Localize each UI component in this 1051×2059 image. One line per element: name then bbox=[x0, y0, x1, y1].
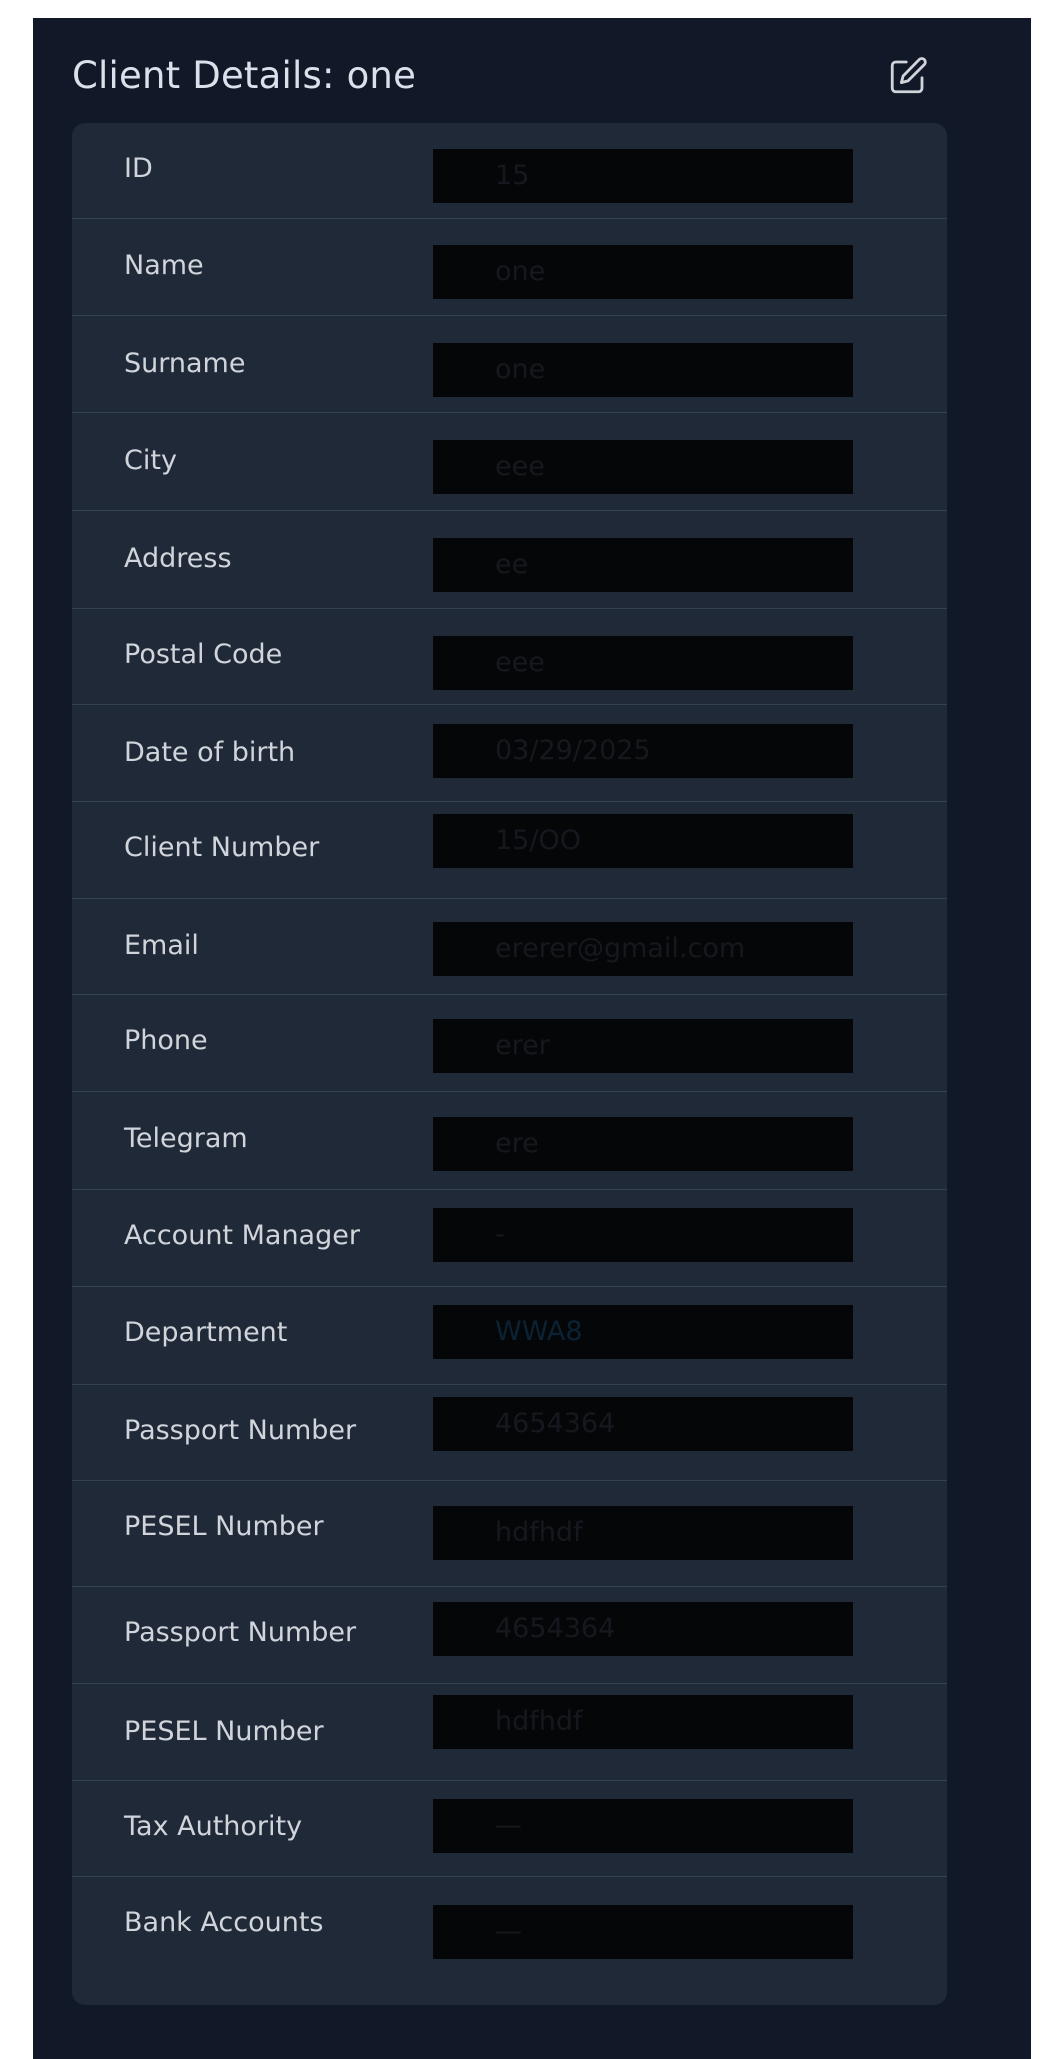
field-value[interactable]: 03/29/2025 bbox=[433, 724, 853, 778]
field-value[interactable]: 15 bbox=[433, 149, 853, 203]
field-label: City bbox=[124, 445, 177, 476]
field-label: Postal Code bbox=[124, 639, 283, 670]
detail-row-postal-code: Postal Code eee bbox=[72, 609, 947, 705]
detail-row-city: City eee bbox=[72, 413, 947, 511]
detail-row-client-number: Client Number 15/OO bbox=[72, 802, 947, 899]
field-label: Address bbox=[124, 543, 232, 574]
field-value[interactable]: ee bbox=[433, 538, 853, 592]
field-label: Account Manager bbox=[124, 1220, 360, 1251]
field-label: Name bbox=[124, 250, 204, 281]
detail-row-pesel-number: PESEL Number hdfhdf bbox=[72, 1684, 947, 1781]
field-value[interactable]: 4654364 bbox=[433, 1602, 853, 1656]
detail-row-email: Email ererer@gmail.com bbox=[72, 899, 947, 995]
field-value[interactable]: one bbox=[433, 245, 853, 299]
field-value[interactable]: - bbox=[433, 1208, 853, 1262]
field-label: Email bbox=[124, 930, 199, 961]
detail-row-department: Department WWA8 bbox=[72, 1287, 947, 1385]
field-value[interactable]: 15/OO bbox=[433, 814, 853, 868]
detail-row-passport-number: Passport Number 4654364 bbox=[72, 1385, 947, 1481]
client-details-card: ID 15 Name one Surname one City eee Addr… bbox=[72, 123, 947, 2005]
field-value[interactable]: hdfhdf bbox=[433, 1695, 853, 1749]
field-label: Client Number bbox=[124, 832, 320, 863]
detail-row-tax-authority: Tax Authority — bbox=[72, 1781, 947, 1877]
field-label: ID bbox=[124, 153, 153, 184]
field-value[interactable]: 4654364 bbox=[433, 1397, 853, 1451]
detail-row-id: ID 15 bbox=[72, 123, 947, 219]
detail-row-bank-accounts: Bank Accounts — bbox=[72, 1877, 947, 2005]
field-value[interactable]: ere bbox=[433, 1117, 853, 1171]
field-value[interactable]: WWA8 bbox=[433, 1305, 853, 1359]
field-value[interactable]: hdfhdf bbox=[433, 1506, 853, 1560]
page-title: Client Details: one bbox=[72, 54, 417, 97]
field-value[interactable]: — bbox=[433, 1799, 853, 1853]
detail-row-surname: Surname one bbox=[72, 316, 947, 413]
field-value[interactable]: — bbox=[433, 1905, 853, 1959]
field-label: PESEL Number bbox=[124, 1716, 324, 1747]
detail-row-account-manager: Account Manager - bbox=[72, 1190, 947, 1287]
field-value[interactable]: eee bbox=[433, 440, 853, 494]
detail-row-telegram: Telegram ere bbox=[72, 1092, 947, 1190]
field-value[interactable]: ererer@gmail.com bbox=[433, 922, 853, 976]
edit-button[interactable] bbox=[884, 52, 932, 100]
edit-icon bbox=[890, 57, 927, 94]
field-label: Tax Authority bbox=[124, 1811, 303, 1842]
detail-row-passport-number: Passport Number 4654364 bbox=[72, 1587, 947, 1684]
field-value[interactable]: erer bbox=[433, 1019, 853, 1073]
detail-row-date-of-birth: Date of birth 03/29/2025 bbox=[72, 705, 947, 802]
field-value[interactable]: eee bbox=[433, 636, 853, 690]
field-label: Department bbox=[124, 1317, 288, 1348]
field-label: Telegram bbox=[124, 1123, 248, 1154]
field-label: Passport Number bbox=[124, 1415, 357, 1446]
detail-row-name: Name one bbox=[72, 219, 947, 316]
field-value[interactable]: one bbox=[433, 343, 853, 397]
detail-row-address: Address ee bbox=[72, 511, 947, 609]
field-label: Surname bbox=[124, 348, 246, 379]
panel-header: Client Details: one bbox=[72, 38, 932, 118]
detail-row-pesel-number: PESEL Number hdfhdf bbox=[72, 1481, 947, 1587]
field-label: PESEL Number bbox=[124, 1511, 324, 1542]
field-label: Passport Number bbox=[124, 1617, 357, 1648]
field-label: Phone bbox=[124, 1025, 208, 1056]
field-label: Bank Accounts bbox=[124, 1907, 324, 1938]
field-label: Date of birth bbox=[124, 737, 296, 768]
detail-row-phone: Phone erer bbox=[72, 995, 947, 1092]
